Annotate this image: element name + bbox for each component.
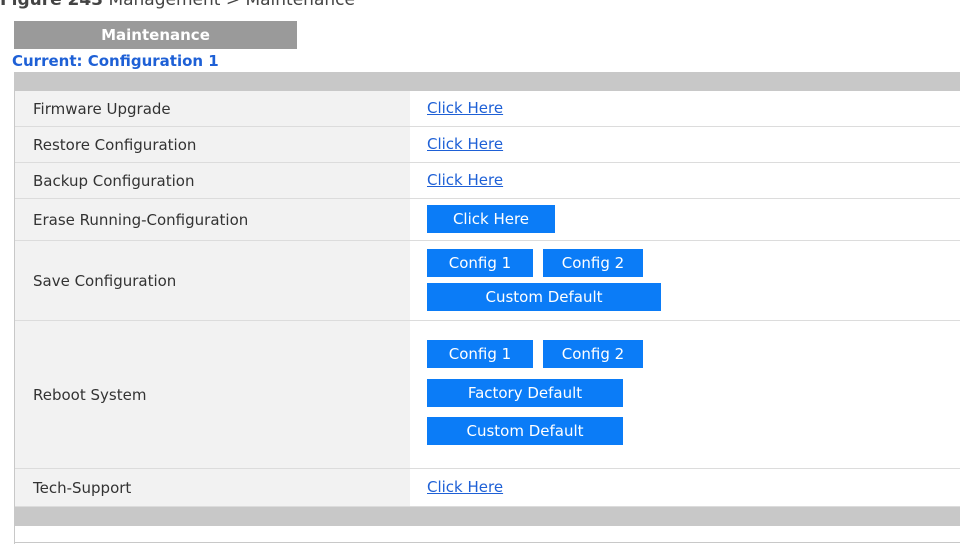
restore-configuration-label: Restore Configuration: [15, 127, 410, 162]
tech-support-label: Tech-Support: [15, 469, 410, 506]
backup-configuration-link[interactable]: Click Here: [427, 171, 503, 189]
row-reboot-system: Reboot System Config 1 Config 2 Factory …: [15, 321, 960, 469]
backup-configuration-label: Backup Configuration: [15, 163, 410, 198]
save-config1-button[interactable]: Config 1: [427, 249, 533, 277]
row-save-configuration: Save Configuration Config 1 Config 2 Cus…: [15, 241, 960, 321]
row-tech-support: Tech-Support Click Here: [15, 469, 960, 507]
firmware-upgrade-label: Firmware Upgrade: [15, 91, 410, 126]
erase-running-configuration-label: Erase Running-Configuration: [15, 199, 410, 240]
figure-number: Figure 243: [0, 0, 104, 10]
maintenance-tab: Maintenance: [14, 21, 297, 49]
reboot-custom-default-button[interactable]: Custom Default: [427, 417, 623, 445]
restore-configuration-link[interactable]: Click Here: [427, 135, 503, 153]
reboot-factory-default-button[interactable]: Factory Default: [427, 379, 623, 407]
save-configuration-label: Save Configuration: [15, 241, 410, 320]
row-firmware-upgrade: Firmware Upgrade Click Here: [15, 91, 960, 127]
reboot-config1-button[interactable]: Config 1: [427, 340, 533, 368]
reboot-system-label: Reboot System: [15, 321, 410, 468]
reboot-config2-button[interactable]: Config 2: [543, 340, 643, 368]
row-restore-configuration: Restore Configuration Click Here: [15, 127, 960, 163]
maintenance-panel: Firmware Upgrade Click Here Restore Conf…: [14, 72, 960, 544]
panel-bottom-band: [15, 507, 960, 526]
figure-title: Management > Maintenance: [108, 0, 355, 10]
erase-running-configuration-button[interactable]: Click Here: [427, 205, 555, 233]
figure-caption: Figure 243 Management > Maintenance: [0, 0, 355, 10]
row-erase-running-configuration: Erase Running-Configuration Click Here: [15, 199, 960, 241]
panel-bottom-line: [14, 542, 960, 543]
firmware-upgrade-link[interactable]: Click Here: [427, 99, 503, 117]
save-custom-default-button[interactable]: Custom Default: [427, 283, 661, 311]
panel-top-band: [15, 73, 960, 91]
save-config2-button[interactable]: Config 2: [543, 249, 643, 277]
tech-support-link[interactable]: Click Here: [427, 478, 503, 496]
row-backup-configuration: Backup Configuration Click Here: [15, 163, 960, 199]
current-config-label: Current: Configuration 1: [12, 52, 219, 70]
